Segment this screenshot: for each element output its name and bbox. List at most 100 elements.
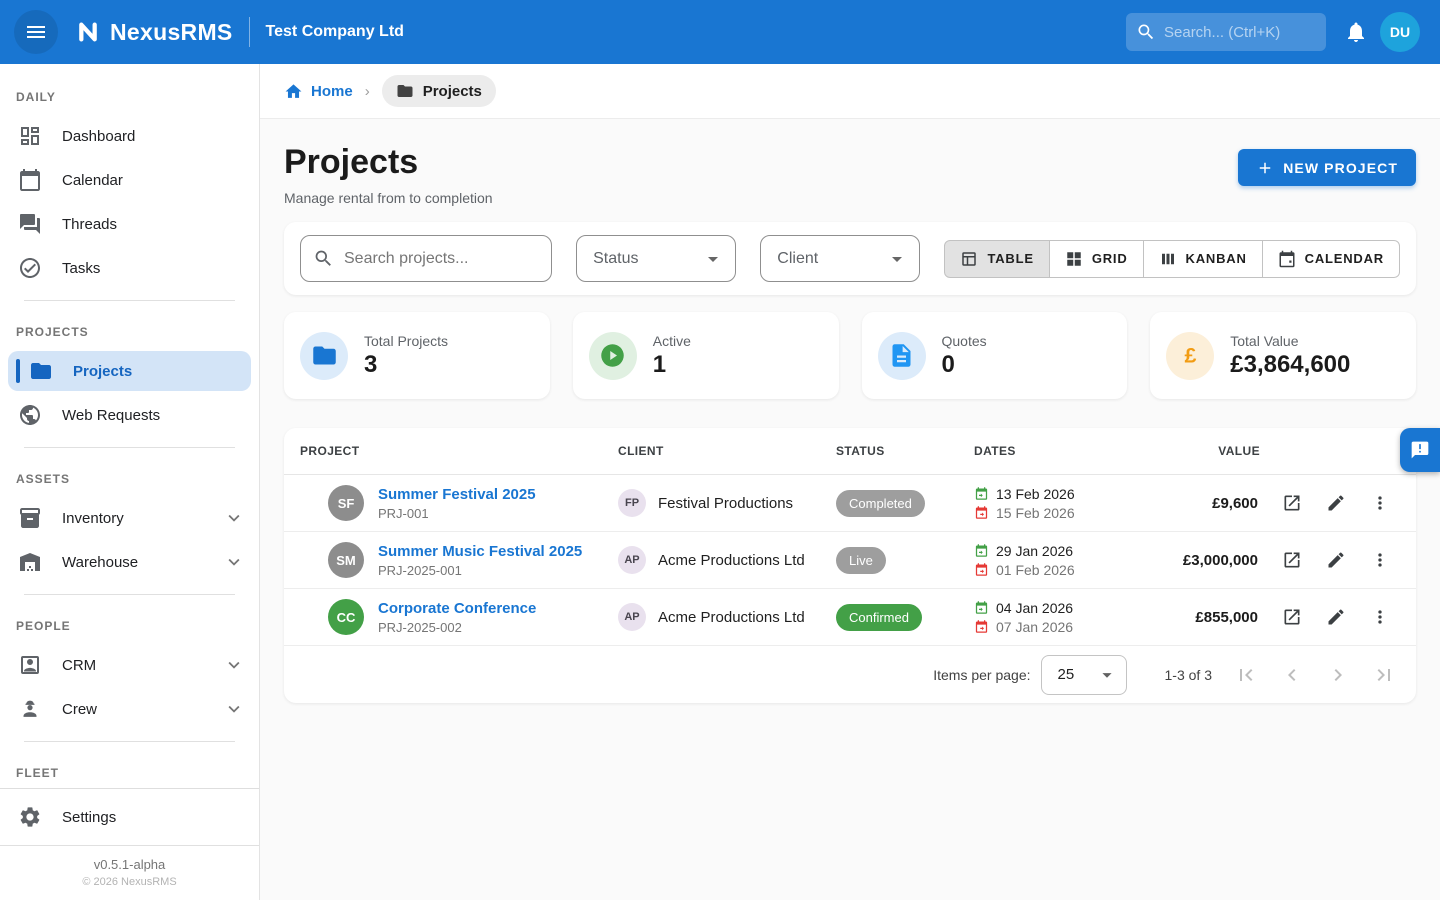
menu-icon (24, 20, 48, 44)
view-toggle-calendar[interactable]: CALENDAR (1262, 240, 1400, 278)
sidebar-item-label: Calendar (62, 172, 245, 189)
sidebar-item-calendar[interactable]: Calendar (0, 158, 259, 202)
edit-icon (1326, 607, 1346, 627)
project-code: PRJ-001 (378, 506, 536, 521)
crew-icon (18, 697, 42, 721)
more-vert-icon (1370, 607, 1390, 627)
page-subtitle: Manage rental from to completion (284, 190, 493, 206)
column-header-dates: DATES (974, 444, 1164, 458)
edit-project-button[interactable] (1316, 540, 1356, 580)
view-toggle-kanban[interactable]: KANBAN (1143, 240, 1263, 278)
sidebar-item-web-requests[interactable]: Web Requests (0, 393, 259, 437)
breadcrumb-home-link[interactable]: Home (284, 82, 353, 101)
stat-value: 1 (653, 351, 691, 379)
status-filter-select[interactable]: Status (576, 235, 736, 282)
table-view-icon (960, 250, 978, 268)
chevron-down-icon (223, 551, 245, 573)
client-filter-select[interactable]: Client (760, 235, 920, 282)
notifications-button[interactable] (1344, 20, 1368, 44)
sidebar-item-crm[interactable]: CRM (0, 643, 259, 687)
hamburger-menu-button[interactable] (14, 10, 58, 54)
view-toggle-table[interactable]: TABLE (944, 240, 1049, 278)
end-date: 15 Feb 2026 (996, 505, 1075, 521)
project-value: £855,000 (1164, 609, 1260, 626)
user-avatar[interactable]: DU (1380, 12, 1420, 52)
stat-card-total-projects: Total Projects3 (284, 312, 550, 399)
table-row: SF Summer Festival 2025 PRJ-001 FP Festi… (284, 475, 1416, 532)
end-date: 07 Jan 2026 (996, 619, 1073, 635)
stat-card-total-value: £Total Value£3,864,600 (1150, 312, 1416, 399)
stat-label: Quotes (942, 333, 987, 349)
open-project-button[interactable] (1272, 483, 1312, 523)
project-search-field[interactable] (300, 235, 552, 282)
client-name: Festival Productions (658, 495, 793, 512)
project-link[interactable]: Corporate Conference (378, 600, 536, 617)
sidebar-item-warehouse[interactable]: Warehouse (0, 540, 259, 584)
sidebar-item-projects[interactable]: Projects (8, 351, 251, 391)
new-project-button[interactable]: NEW PROJECT (1238, 149, 1416, 186)
sidebar-nav: DAILYDashboardCalendarThreadsTasksPROJEC… (0, 64, 259, 788)
start-date-icon (974, 486, 989, 501)
search-icon (313, 248, 334, 269)
sidebar-divider (24, 300, 235, 301)
project-search-input[interactable] (344, 250, 539, 268)
chevron-left-icon (1280, 663, 1304, 687)
dropdown-caret-icon (1096, 664, 1118, 686)
calendar-view-icon (1278, 250, 1296, 268)
company-name: Test Company Ltd (266, 23, 404, 41)
open-project-button[interactable] (1272, 597, 1312, 637)
project-avatar: CC (328, 599, 364, 635)
folder-icon (396, 82, 414, 100)
breadcrumb-current-chip[interactable]: Projects (382, 75, 496, 107)
folder-icon (29, 359, 53, 383)
sidebar-item-inventory[interactable]: Inventory (0, 496, 259, 540)
last-page-button[interactable] (1364, 655, 1404, 695)
sidebar-section-label-people: PEOPLE (0, 605, 259, 643)
event-end-icon (974, 505, 989, 520)
feedback-button[interactable] (1400, 428, 1440, 472)
project-link[interactable]: Summer Music Festival 2025 (378, 543, 582, 560)
items-per-page-select[interactable]: 25 (1041, 655, 1127, 695)
globe-icon (18, 403, 42, 427)
row-menu-button[interactable] (1360, 540, 1400, 580)
sidebar-item-crew[interactable]: Crew (0, 687, 259, 731)
start-date: 13 Feb 2026 (996, 486, 1075, 502)
row-menu-button[interactable] (1360, 597, 1400, 637)
edit-icon (1326, 550, 1346, 570)
global-search-input[interactable] (1164, 24, 1316, 41)
edit-project-button[interactable] (1316, 597, 1356, 637)
open-in-new-icon (1282, 607, 1302, 627)
view-toggle-grid[interactable]: GRID (1049, 240, 1144, 278)
project-link[interactable]: Summer Festival 2025 (378, 486, 536, 503)
sidebar-item-tasks[interactable]: Tasks (0, 246, 259, 290)
first-page-button[interactable] (1226, 655, 1266, 695)
sidebar-item-threads[interactable]: Threads (0, 202, 259, 246)
row-menu-button[interactable] (1360, 483, 1400, 523)
first-page-icon (1234, 663, 1258, 687)
start-date-icon (974, 600, 989, 615)
sidebar-item-dashboard[interactable]: Dashboard (0, 114, 259, 158)
app-version: v0.5.1-alpha (0, 857, 259, 872)
sidebar-item-settings[interactable]: Settings (0, 789, 259, 845)
chevron-down-icon (223, 507, 245, 529)
edit-project-button[interactable] (1316, 483, 1356, 523)
next-page-button[interactable] (1318, 655, 1358, 695)
prev-page-button[interactable] (1272, 655, 1312, 695)
bell-icon (1344, 20, 1368, 44)
open-project-button[interactable] (1272, 540, 1312, 580)
items-per-page-label: Items per page: (933, 667, 1030, 683)
open-in-new-icon (1282, 550, 1302, 570)
brand-name: NexusRMS (110, 19, 233, 46)
project-avatar: SM (328, 542, 364, 578)
column-header-project: PROJECT (300, 444, 618, 458)
sidebar-item-label: Settings (62, 809, 245, 826)
app-window: NexusRMS Test Company Ltd DU DAILYDashbo… (0, 0, 1440, 900)
column-header-client: CLIENT (618, 444, 836, 458)
global-search[interactable] (1126, 13, 1326, 51)
sidebar-divider (24, 594, 235, 595)
chevron-down-icon (223, 698, 245, 720)
gear-icon (18, 805, 42, 829)
top-navbar: NexusRMS Test Company Ltd DU (0, 0, 1440, 64)
event-start-icon (974, 600, 989, 615)
sidebar-item-label: Threads (62, 216, 245, 233)
